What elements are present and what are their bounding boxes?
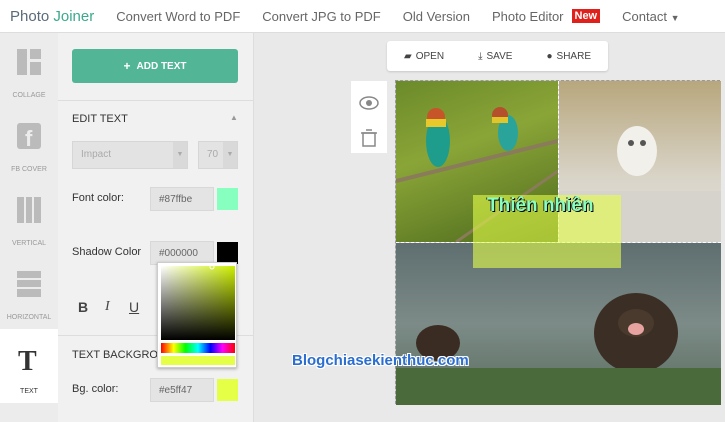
text-icon: T (18, 346, 37, 373)
canvas-text-layer[interactable]: Thiên nhiên (487, 195, 594, 217)
font-family-value: Impact (81, 149, 112, 160)
logo[interactable]: Photo Joiner (10, 8, 94, 25)
save-button[interactable]: ⤓ SAVE (478, 51, 512, 62)
shadow-color-label: Shadow Color (72, 246, 142, 258)
font-size-select[interactable]: 70 ▼ (198, 141, 238, 169)
rail-item-horizontal[interactable]: HORIZONTAL (0, 255, 58, 329)
svg-text:T: T (18, 346, 37, 373)
font-family-select[interactable]: Impact ▼ (72, 141, 188, 169)
vertical-icon (17, 197, 41, 223)
chevron-down-icon: ▼ (670, 12, 680, 23)
rail-label: HORIZONTAL (6, 314, 52, 321)
nav-link-contact[interactable]: Contact ▼ (622, 9, 679, 24)
bg-color-swatch[interactable] (217, 379, 238, 401)
chevron-down-icon: ▼ (223, 142, 237, 168)
save-label: SAVE (486, 50, 513, 62)
chevron-down-icon: ▼ (173, 142, 187, 168)
share-button[interactable]: ● SHARE (546, 51, 591, 62)
font-color-label: Font color: (72, 192, 124, 204)
collage-icon (17, 49, 41, 75)
eye-icon[interactable] (359, 96, 379, 110)
top-nav: Photo Joiner Convert Word to PDF Convert… (0, 0, 725, 33)
add-text-label: ADD TEXT (136, 60, 187, 72)
new-badge: New (571, 9, 601, 23)
nav-link-jpg-to-pdf[interactable]: Convert JPG to PDF (262, 9, 380, 24)
folder-icon: ▰ (404, 50, 412, 62)
font-color-swatch[interactable] (217, 188, 238, 210)
bg-color-label: Bg. color: (72, 383, 119, 395)
italic-button[interactable]: I (105, 299, 110, 315)
rail-label: VERTICAL (11, 240, 47, 247)
color-gradient-picker[interactable] (158, 263, 238, 369)
facebook-icon: f (17, 123, 41, 149)
rail-item-fb-cover[interactable]: f FB COVER (0, 107, 58, 181)
share-icon: ● (546, 50, 553, 62)
collapse-icon[interactable]: ▲ (230, 113, 238, 122)
rail-label: FB COVER (11, 166, 47, 173)
bg-color-input[interactable]: #e5ff47 (150, 378, 214, 402)
nav-link-photo-editor[interactable]: Photo Editor (492, 9, 564, 24)
canvas-toolbar: ▰ OPEN ⤓ SAVE ● SHARE (387, 41, 608, 71)
shadow-color-swatch[interactable] (217, 242, 238, 264)
svg-text:f: f (25, 126, 33, 149)
add-text-button[interactable]: + ADD TEXT (72, 49, 238, 83)
nav-link-old-version[interactable]: Old Version (403, 9, 470, 24)
font-color-input[interactable]: #87ffbe (150, 187, 214, 211)
trash-icon[interactable] (361, 129, 377, 147)
bold-button[interactable]: B (78, 299, 88, 315)
horizontal-icon (17, 271, 41, 297)
rail-item-vertical[interactable]: VERTICAL (0, 181, 58, 255)
font-size-value: 70 (207, 149, 219, 160)
layout-rail: COLLAGE f FB COVER VERTICAL HORIZONTAL T… (0, 33, 58, 422)
open-label: OPEN (415, 50, 445, 62)
rail-item-collage[interactable]: COLLAGE (0, 33, 58, 107)
watermark: Blogchiasekienthuc.com (292, 352, 469, 369)
divider (58, 100, 254, 101)
rail-item-text[interactable]: T TEXT (0, 329, 58, 403)
text-background-title: TEXT BACKGROU (72, 349, 166, 361)
open-button[interactable]: ▰ OPEN (404, 51, 444, 62)
rail-label: TEXT (20, 388, 38, 395)
color-picker[interactable] (157, 262, 237, 368)
download-icon: ⤓ (478, 50, 483, 62)
underline-button[interactable]: U (129, 299, 139, 315)
share-label: SHARE (556, 50, 591, 62)
plus-icon: + (123, 59, 131, 73)
side-tools (351, 81, 387, 153)
edit-text-title: EDIT TEXT (72, 113, 128, 125)
nav-link-word-to-pdf[interactable]: Convert Word to PDF (116, 9, 240, 24)
rail-label: COLLAGE (12, 92, 46, 99)
